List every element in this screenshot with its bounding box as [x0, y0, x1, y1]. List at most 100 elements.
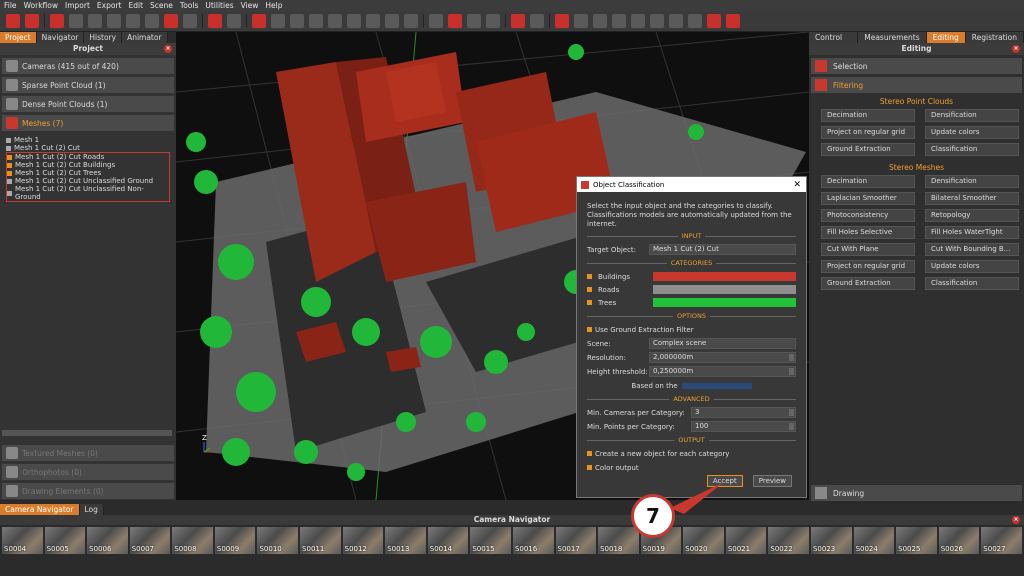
height-spinbox[interactable]: 0,250000m — [649, 366, 796, 377]
ground-filter-checkbox[interactable] — [587, 327, 592, 332]
visibility-icon[interactable] — [7, 154, 12, 160]
menu-workflow[interactable]: Workflow — [24, 1, 58, 10]
trees-color-swatch[interactable] — [653, 298, 796, 307]
checkbox[interactable] — [587, 287, 592, 292]
menu-scene[interactable]: Scene — [150, 1, 173, 10]
stats-icon[interactable] — [631, 14, 645, 28]
preview-button[interactable]: Preview — [752, 475, 792, 487]
textured-section[interactable]: Textured Meshes (0) — [2, 445, 174, 461]
tab-project[interactable]: Project — [0, 32, 37, 43]
copy-icon[interactable] — [486, 14, 500, 28]
spin-arrows-icon[interactable] — [789, 423, 794, 430]
visibility-icon[interactable] — [7, 162, 12, 168]
mesh-decimation-button[interactable]: Decimation — [821, 175, 915, 188]
visibility-icon[interactable] — [7, 178, 12, 184]
drawing-section[interactable]: Drawing — [811, 485, 1022, 501]
plugin-icon[interactable] — [707, 14, 721, 28]
pc-decimation-button[interactable]: Decimation — [821, 109, 915, 122]
sparse-section[interactable]: Sparse Point Cloud (1) — [2, 77, 174, 93]
camera-thumbnail[interactable]: S0020 — [683, 527, 724, 554]
list-item[interactable]: Mesh 1 Cut (2) Cut Buildings — [7, 161, 169, 169]
resolution-spinbox[interactable]: 2,000000m — [649, 352, 796, 363]
mesh-classification-button[interactable]: Classification — [925, 277, 1019, 290]
deselect-icon[interactable] — [309, 14, 323, 28]
filtering-section[interactable]: Filtering — [811, 77, 1022, 93]
crosshair-icon[interactable] — [429, 14, 443, 28]
menu-export[interactable]: Export — [97, 1, 122, 10]
pc-classification-button[interactable]: Classification — [925, 143, 1019, 156]
mesh-ground-extraction-button[interactable]: Ground Extraction — [821, 277, 915, 290]
settings-icon[interactable] — [669, 14, 683, 28]
pc-project-grid-button[interactable]: Project on regular grid — [821, 126, 915, 139]
camera-thumbnail[interactable]: S0007 — [129, 527, 171, 554]
dense-section[interactable]: Dense Point Clouds (1) — [2, 96, 174, 112]
spin-arrows-icon[interactable] — [789, 409, 794, 416]
pointcloud-icon[interactable] — [126, 14, 140, 28]
open-project-icon[interactable] — [6, 14, 20, 28]
menu-view[interactable]: View — [241, 1, 259, 10]
tab-history[interactable]: History — [84, 32, 123, 43]
menu-tools[interactable]: Tools — [180, 1, 198, 10]
camera-thumbnail[interactable]: S0004 — [2, 527, 43, 554]
list-item[interactable]: Mesh 1 — [6, 136, 170, 144]
checkbox[interactable] — [587, 300, 592, 305]
camera-thumbnail[interactable]: S0015 — [470, 527, 511, 554]
redo-icon[interactable] — [530, 14, 544, 28]
mesh-update-colors-button[interactable]: Update colors — [925, 260, 1019, 273]
ruler-icon[interactable] — [593, 14, 607, 28]
camera-thumbnail[interactable]: S0027 — [981, 527, 1022, 554]
meshes-section[interactable]: Meshes (7) — [2, 115, 174, 131]
save-icon[interactable] — [25, 14, 39, 28]
ortho-icon[interactable] — [145, 14, 159, 28]
tab-navigator[interactable]: Navigator — [36, 32, 85, 43]
fill-holes-selective-button[interactable]: Fill Holes Selective — [821, 226, 915, 239]
tab-measurements[interactable]: Measurements — [858, 32, 927, 43]
rotate-icon[interactable] — [208, 14, 222, 28]
fill-holes-watertight-button[interactable]: Fill Holes WaterTight — [925, 226, 1019, 239]
cube-icon[interactable] — [69, 14, 83, 28]
camera-thumbnail[interactable]: S0021 — [725, 527, 767, 554]
camera-thumbnail[interactable]: S0026 — [938, 527, 980, 554]
spin-arrows-icon[interactable] — [789, 354, 794, 361]
close-icon[interactable]: × — [1012, 516, 1020, 524]
laplacian-smoother-button[interactable]: Laplacian Smoother — [821, 192, 915, 205]
triangle-select-icon[interactable] — [271, 14, 285, 28]
visibility-icon[interactable] — [7, 190, 12, 196]
camera-thumbnail[interactable]: S0013 — [385, 527, 426, 554]
ortho-section[interactable]: Orthophotos (0) — [2, 464, 174, 480]
camera-thumbnail[interactable]: S0016 — [512, 527, 554, 554]
help-icon[interactable] — [726, 14, 740, 28]
undo-icon[interactable] — [511, 14, 525, 28]
tab-log[interactable]: Log — [79, 504, 104, 515]
camera-thumbnail[interactable]: S0005 — [44, 527, 86, 554]
camera-thumbnail[interactable]: S0017 — [555, 527, 597, 554]
visibility-icon[interactable] — [6, 145, 11, 151]
brush-icon[interactable] — [328, 14, 342, 28]
photoconsistency-button[interactable]: Photoconsistency — [821, 209, 915, 222]
close-icon[interactable]: × — [1012, 45, 1020, 53]
camera-thumbnail[interactable]: S0011 — [300, 527, 341, 554]
bilateral-smoother-button[interactable]: Bilateral Smoother — [925, 192, 1019, 205]
camera-thumbnail[interactable]: S0010 — [257, 527, 299, 554]
roads-color-swatch[interactable] — [653, 285, 796, 294]
selection-section[interactable]: Selection — [811, 58, 1022, 74]
list-item[interactable]: Mesh 1 Cut (2) Cut Unclassified Ground — [7, 177, 169, 185]
min-cams-spinbox[interactable]: 3 — [691, 407, 796, 418]
camera-thumbnail[interactable]: S0009 — [214, 527, 256, 554]
measure-icon[interactable] — [555, 14, 569, 28]
camera-thumbnail[interactable]: S0025 — [896, 527, 937, 554]
camera-thumbnail[interactable]: S0022 — [768, 527, 809, 554]
list-item[interactable]: Mesh 1 Cut (2) Cut Roads — [7, 153, 169, 161]
visibility-icon[interactable] — [7, 170, 12, 176]
mesh-project-grid-button[interactable]: Project on regular grid — [821, 260, 915, 273]
cut-bounding-box-button[interactable]: Cut With Bounding B... — [925, 243, 1019, 256]
vr-icon[interactable] — [688, 14, 702, 28]
code-icon[interactable] — [650, 14, 664, 28]
checkbox[interactable] — [587, 274, 592, 279]
angle-icon[interactable] — [612, 14, 626, 28]
target-object-select[interactable]: Mesh 1 Cut (2) Cut — [649, 244, 796, 255]
grid-icon[interactable] — [347, 14, 361, 28]
mesh-densification-button[interactable]: Densification — [925, 175, 1019, 188]
visibility-icon[interactable] — [6, 137, 11, 143]
pc-densification-button[interactable]: Densification — [925, 109, 1019, 122]
